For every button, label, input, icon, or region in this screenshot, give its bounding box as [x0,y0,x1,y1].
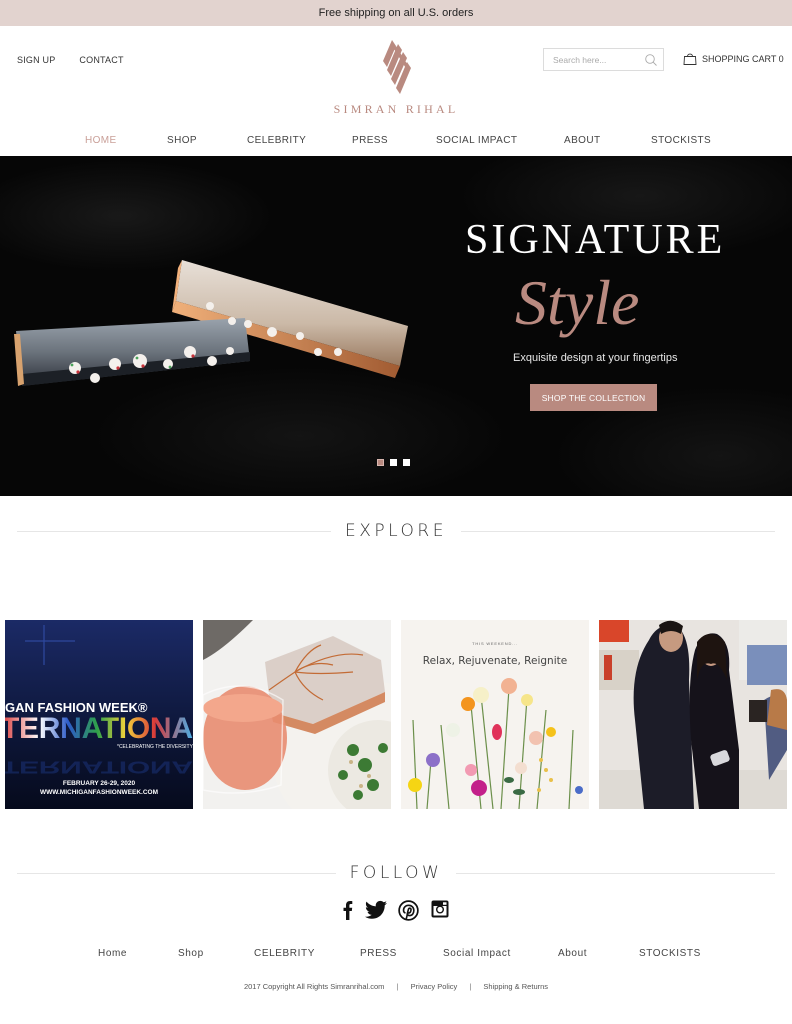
twitter-link[interactable] [365,900,387,920]
promo-text: Free shipping on all U.S. orders [318,7,474,19]
brand-name: SIMRAN RIHAL [333,102,459,116]
explore-tile-boutique-visit[interactable] [599,620,787,809]
search-box [543,48,664,71]
instagram-link[interactable] [431,900,449,918]
footer-social-impact[interactable]: Social Impact [443,948,511,959]
header-utility-links: SIGN UP CONTACT [17,55,124,65]
hero-banner: SIGNATURE Style Exquisite design at your… [0,156,792,496]
poster-line2: TERNATIONA [5,712,193,745]
footer-legal: 2017 Copyright All Rights Simranrihal.co… [0,982,792,991]
shop-the-collection-button[interactable]: SHOP THE COLLECTION [530,384,657,411]
sr-monogram-icon [383,40,411,94]
nav-about[interactable]: ABOUT [564,135,600,146]
explore-tile-fashion-week[interactable]: GAN FASHION WEEK® TERNATIONA TERNATIONA … [5,620,193,809]
instagram-icon [431,900,449,918]
fashion-week-poster-image: GAN FASHION WEEK® TERNATIONA TERNATIONA … [5,620,193,809]
main-nav: HOME SHOP CELEBRITY PRESS SOCIAL IMPACT … [0,135,792,149]
promo-bar: Free shipping on all U.S. orders [0,0,792,26]
footer-about[interactable]: About [558,948,587,959]
nav-shop[interactable]: SHOP [167,135,197,146]
poster-date: FEBRUARY 26-29, 2020 [63,780,136,787]
footer-stockists[interactable]: STOCKISTS [639,948,701,959]
poster-tagline: *CELEBRATING THE DIVERSITY [117,744,193,750]
facebook-icon [343,901,353,920]
pinterest-icon [398,900,419,921]
brand-logo[interactable]: SIMRAN RIHAL [334,40,455,120]
divider [17,872,336,874]
divider [456,872,775,874]
privacy-policy-link[interactable]: Privacy Policy [411,982,458,991]
separator: | [396,982,399,991]
footer-home[interactable]: Home [98,948,127,959]
weekend-flowers-image: THIS WEEKEND... Relax, Rejuvenate, Reign… [401,620,589,809]
carousel-dot-1[interactable] [377,459,384,466]
footer-shop[interactable]: Shop [178,948,204,959]
shopping-bag-icon [683,53,697,65]
shipping-returns-link[interactable]: Shipping & Returns [483,982,548,991]
footer-celebrity[interactable]: CELEBRITY [254,948,315,959]
carousel-dot-3[interactable] [403,459,410,466]
search-input[interactable] [553,54,641,65]
pinterest-link[interactable] [398,900,419,921]
poster-url: WWW.MICHIGANFASHIONWEEK.COM [40,789,158,796]
nav-press[interactable]: PRESS [352,135,388,146]
nav-celebrity[interactable]: CELEBRITY [247,135,306,146]
hero-clutch-image [14,260,408,386]
separator: | [469,982,472,991]
contact-link[interactable]: CONTACT [79,55,123,65]
cart-label: SHOPPING CART 0 [702,53,784,64]
shopping-cart-link[interactable]: SHOPPING CART 0 [683,52,784,65]
flowers-kicker: THIS WEEKEND... [472,641,518,646]
follow-title: FOLLOW [349,863,443,883]
explore-heading: EXPLORE [17,521,776,541]
carousel-dot-2[interactable] [390,459,397,466]
divider [17,530,332,532]
svg-text:TERNATIONA: TERNATIONA [5,757,193,777]
explore-tile-weekend-flowers[interactable]: THIS WEEKEND... Relax, Rejuvenate, Reign… [401,620,589,809]
follow-heading: FOLLOW [17,863,775,883]
nav-stockists[interactable]: STOCKISTS [651,135,711,146]
hero-script-title: Style [515,267,640,338]
copyright-text: 2017 Copyright All Rights Simranrihal.co… [243,982,385,991]
carousel-indicators [377,459,410,466]
facebook-link[interactable] [340,900,356,920]
twitter-icon [365,900,387,919]
boutique-visit-image [599,620,787,809]
explore-grid: GAN FASHION WEEK® TERNATIONA TERNATIONA … [5,620,788,810]
divider [460,530,776,532]
nav-home[interactable]: HOME [85,135,117,146]
clutch-lunch-image [203,620,391,809]
explore-title: EXPLORE [345,521,447,541]
nav-social-impact[interactable]: SOCIAL IMPACT [436,135,517,146]
search-icon[interactable] [644,53,658,67]
explore-tile-clutch-lunch[interactable] [203,620,391,809]
hero-subtitle: Exquisite design at your fingertips [513,352,678,364]
hero-title: SIGNATURE [465,217,726,263]
sign-up-link[interactable]: SIGN UP [17,55,55,65]
footer-press[interactable]: PRESS [360,948,397,959]
flowers-headline: Relax, Rejuvenate, Reignite [423,655,567,667]
